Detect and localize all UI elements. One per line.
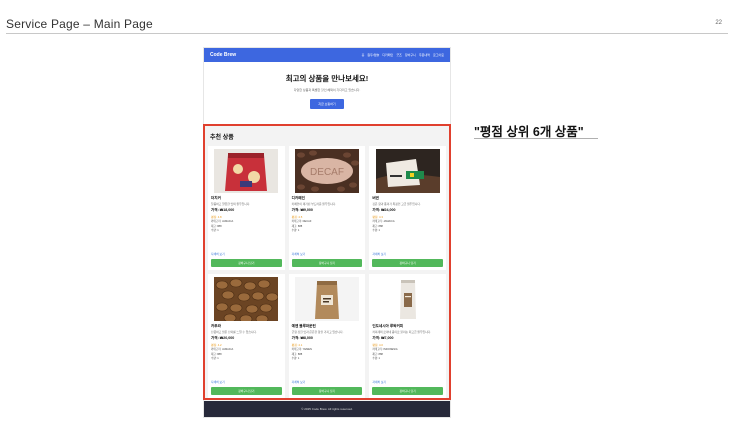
shop-now-button[interactable]: 지금 쇼핑하기 <box>310 99 344 109</box>
highlight-box <box>203 124 451 400</box>
slide-divider <box>6 33 728 34</box>
annotation-underline <box>474 138 598 139</box>
brand-logo[interactable]: Code Brew <box>210 52 236 58</box>
nav-link-goods[interactable]: 굿즈 <box>396 53 402 57</box>
hero-title: 최고의 상품을 만나보세요! <box>285 74 369 83</box>
nav-links: 홈 원두/캡슐 디카페인 굿즈 장바구니 주문내역 로그아웃 <box>362 53 444 57</box>
hero-subtitle: 다양한 상품과 특별한 할인 혜택이 기다리고 있습니다. <box>293 88 361 92</box>
nav-link-cart[interactable]: 장바구니 <box>405 53 416 57</box>
nav-link-orders[interactable]: 주문내역 <box>419 53 430 57</box>
slide-page-number: 22 <box>715 20 722 26</box>
nav-link-decaf[interactable]: 디카페인 <box>382 53 393 57</box>
top-navbar: Code Brew 홈 원두/캡슐 디카페인 굿즈 장바구니 주문내역 로그아웃 <box>204 48 450 62</box>
page-footer: © 2025 Code Brew. All rights reserved. <box>204 401 450 417</box>
slide-title: Service Page – Main Page <box>6 17 153 31</box>
nav-link-home[interactable]: 홈 <box>362 53 365 57</box>
nav-link-logout[interactable]: 로그아웃 <box>433 53 444 57</box>
nav-link-beans[interactable]: 원두/캡슐 <box>367 53 379 57</box>
hero-banner: 최고의 상품을 만나보세요! 다양한 상품과 특별한 할인 혜택이 기다리고 있… <box>204 62 450 132</box>
